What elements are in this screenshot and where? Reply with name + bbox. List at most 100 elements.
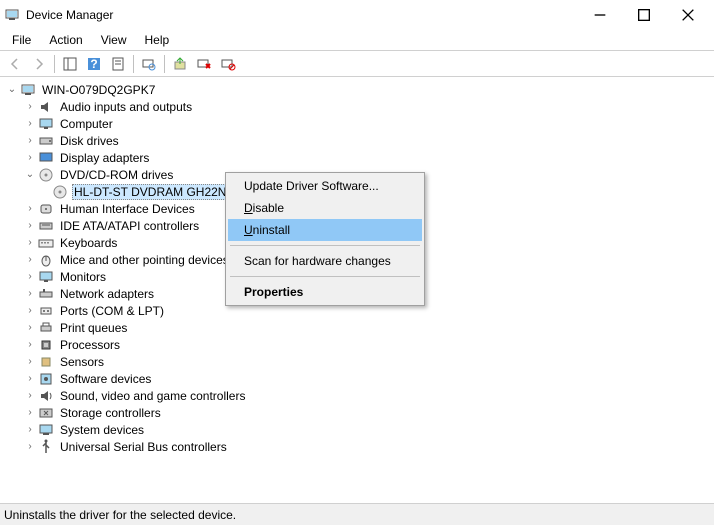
category-label: Keyboards <box>58 236 119 250</box>
hid-icon <box>38 201 54 217</box>
expand-arrow-icon[interactable]: › <box>22 439 38 455</box>
expand-arrow-icon[interactable]: ⌄ <box>4 82 20 98</box>
statusbar: Uninstalls the driver for the selected d… <box>0 503 714 525</box>
expand-arrow-icon[interactable]: › <box>22 388 38 404</box>
minimize-button[interactable] <box>578 0 622 30</box>
expand-arrow-icon[interactable]: › <box>22 320 38 336</box>
tree-category[interactable]: › Computer <box>2 115 712 132</box>
printer-icon <box>38 320 54 336</box>
disc-icon <box>38 167 54 183</box>
toolbar-sep <box>133 55 134 73</box>
storage-icon <box>38 405 54 421</box>
scan-hardware-button[interactable] <box>138 53 160 75</box>
ctx-uninstall[interactable]: Uninstall <box>228 219 422 241</box>
network-icon <box>38 286 54 302</box>
category-label: Print queues <box>58 321 129 335</box>
menu-file[interactable]: File <box>4 31 39 49</box>
tree-category[interactable]: › Print queues <box>2 319 712 336</box>
update-driver-button[interactable] <box>169 53 191 75</box>
expand-arrow-icon[interactable]: › <box>22 99 38 115</box>
category-label: Sound, video and game controllers <box>58 389 247 403</box>
titlebar: Device Manager <box>0 0 714 30</box>
tree-category[interactable]: ›Display adapters <box>2 149 712 166</box>
toolbar: ? <box>0 51 714 77</box>
expand-arrow-icon[interactable]: › <box>22 252 38 268</box>
tree-root[interactable]: ⌄ WIN-O079DQ2GPK7 <box>2 81 712 98</box>
tree-category[interactable]: › Sound, video and game controllers <box>2 387 712 404</box>
tree-category[interactable]: › Storage controllers <box>2 404 712 421</box>
sensor-icon <box>38 354 54 370</box>
category-label: Human Interface Devices <box>58 202 197 216</box>
ctx-scan-hardware[interactable]: Scan for hardware changes <box>228 250 422 272</box>
menu-action[interactable]: Action <box>41 31 90 49</box>
category-label: Mice and other pointing devices <box>58 253 231 267</box>
expand-arrow-icon[interactable]: › <box>22 218 38 234</box>
sound-icon <box>38 388 54 404</box>
back-button[interactable] <box>4 53 26 75</box>
category-label: Disk drives <box>58 134 121 148</box>
properties-button[interactable] <box>107 53 129 75</box>
category-label: Sensors <box>58 355 106 369</box>
expand-arrow-icon[interactable]: › <box>22 133 38 149</box>
expand-arrow-icon[interactable]: ⌄ <box>22 167 38 183</box>
uninstall-button[interactable] <box>193 53 215 75</box>
toolbar-sep <box>164 55 165 73</box>
ctx-separator <box>230 245 420 246</box>
tree-category[interactable]: › Sensors <box>2 353 712 370</box>
category-label: Universal Serial Bus controllers <box>58 440 229 454</box>
disable-button[interactable] <box>217 53 239 75</box>
display-icon <box>38 150 54 166</box>
ctx-disable[interactable]: Disable <box>228 197 422 219</box>
svg-text:?: ? <box>90 57 97 71</box>
tree-category[interactable]: ›Audio inputs and outputs <box>2 98 712 115</box>
menu-help[interactable]: Help <box>137 31 178 49</box>
show-hide-tree-button[interactable] <box>59 53 81 75</box>
monitor-icon <box>38 116 54 132</box>
maximize-button[interactable] <box>622 0 666 30</box>
category-label: Network adapters <box>58 287 156 301</box>
expand-arrow-icon[interactable]: › <box>22 269 38 285</box>
computer-name: WIN-O079DQ2GPK7 <box>40 83 157 97</box>
expand-arrow-icon[interactable]: › <box>22 371 38 387</box>
port-icon <box>38 303 54 319</box>
keyboard-icon <box>38 235 54 251</box>
system-icon <box>38 422 54 438</box>
usb-icon <box>38 439 54 455</box>
menu-view[interactable]: View <box>93 31 135 49</box>
expand-arrow-icon[interactable]: › <box>22 235 38 251</box>
close-button[interactable] <box>666 0 710 30</box>
expand-arrow-icon[interactable]: › <box>22 150 38 166</box>
expand-arrow-icon[interactable]: › <box>22 337 38 353</box>
expand-arrow-icon[interactable]: › <box>22 422 38 438</box>
category-label: IDE ATA/ATAPI controllers <box>58 219 201 233</box>
category-label: Processors <box>58 338 122 352</box>
expand-arrow-icon[interactable]: › <box>22 201 38 217</box>
tree-category[interactable]: › Universal Serial Bus controllers <box>2 438 712 455</box>
tree-category[interactable]: › Software devices <box>2 370 712 387</box>
expand-arrow-icon[interactable]: › <box>22 303 38 319</box>
disk-icon <box>38 133 54 149</box>
category-label: Computer <box>58 117 115 131</box>
software-icon <box>38 371 54 387</box>
tree-category[interactable]: › Processors <box>2 336 712 353</box>
category-label: DVD/CD-ROM drives <box>58 168 175 182</box>
category-label: Software devices <box>58 372 153 386</box>
computer-icon <box>20 82 36 98</box>
expand-arrow-icon[interactable]: › <box>22 286 38 302</box>
help-button[interactable]: ? <box>83 53 105 75</box>
forward-button[interactable] <box>28 53 50 75</box>
tree-category[interactable]: ›System devices <box>2 421 712 438</box>
app-icon <box>4 7 20 23</box>
category-label: Storage controllers <box>58 406 163 420</box>
ctx-update-driver[interactable]: Update Driver Software... <box>228 175 422 197</box>
category-label: Ports (COM & LPT) <box>58 304 166 318</box>
expand-arrow-icon[interactable]: › <box>22 354 38 370</box>
menubar: File Action View Help <box>0 30 714 50</box>
tree-category[interactable]: › Disk drives <box>2 132 712 149</box>
expand-arrow-icon[interactable]: › <box>22 116 38 132</box>
expand-arrow-icon[interactable]: › <box>22 405 38 421</box>
ide-icon <box>38 218 54 234</box>
category-label: Monitors <box>58 270 108 284</box>
ctx-properties[interactable]: Properties <box>228 281 422 303</box>
monitor-icon <box>38 269 54 285</box>
